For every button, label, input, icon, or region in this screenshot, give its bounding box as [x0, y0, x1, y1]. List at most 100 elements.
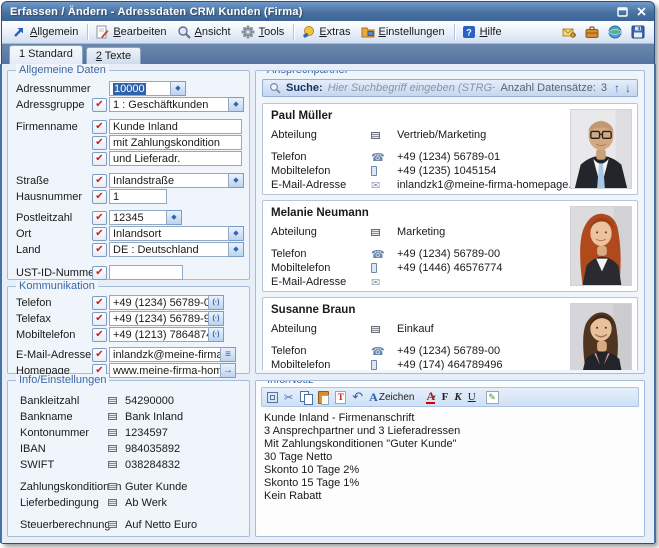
restore-icon	[617, 7, 628, 17]
telefax-dial-button[interactable]: (·)	[209, 311, 224, 326]
edit-check-button[interactable]: ✔	[92, 211, 107, 225]
font-button[interactable]: A Zeichen	[369, 390, 414, 404]
edit-check-button[interactable]: ✔	[92, 136, 107, 150]
contact-photo	[570, 109, 632, 189]
ort-dropdown-button[interactable]: ◆	[229, 226, 244, 241]
globe-icon[interactable]	[608, 25, 622, 39]
expand-editor-button[interactable]	[267, 392, 278, 403]
value-prefix-icon	[108, 397, 117, 404]
mobiltelefon-dial-button[interactable]: (·)	[209, 327, 224, 342]
field-row: Telefax ✔ +49 (1234) 56789-99 (·)	[16, 311, 245, 326]
font-color-button[interactable]: A▾	[426, 390, 435, 404]
contact-field-label: Mobiltelefon	[271, 262, 371, 274]
contact-abteilung: Vertrieb/Marketing	[397, 129, 486, 141]
homepage-input[interactable]: www.meine-firma-homepage.de	[109, 363, 221, 378]
contact-telefon: +49 (1234) 56789-00	[397, 345, 500, 357]
edit-check-button[interactable]: ✔	[92, 243, 107, 257]
copy-button[interactable]	[299, 391, 312, 404]
mobiltelefon-input[interactable]: +49 (1213) 7864874	[109, 327, 209, 342]
dial-icon: (·)	[213, 331, 220, 338]
note-toolbar: ✂ T ↶ A Zeichen A▾ F K U ✎	[261, 387, 639, 407]
mail-key-icon[interactable]	[562, 25, 576, 39]
postleitzahl-input[interactable]: 12345	[109, 210, 167, 225]
search-input[interactable]: Hier Suchbegriff eingeben (STRG+S)	[328, 82, 496, 94]
edit-check-button[interactable]: ✔	[92, 190, 107, 204]
tab-texte[interactable]: 2 Texte	[86, 47, 141, 64]
edit-check-button[interactable]: ✔	[92, 152, 107, 166]
firmenname-input-2[interactable]: mit Zahlungskondition	[109, 135, 242, 150]
postleitzahl-dropdown-button[interactable]: ◆	[167, 210, 182, 225]
strasse-dropdown-button[interactable]: ◆	[229, 173, 244, 188]
content-area: Allgemeine Daten Adressnummer 10000 ◆ Ad…	[0, 64, 656, 543]
telefon-input[interactable]: +49 (1234) 56789-00	[109, 295, 209, 310]
format-text-button[interactable]: T	[335, 391, 346, 404]
edit-check-button[interactable]: ✔	[92, 120, 107, 134]
undo-button[interactable]: ↶	[352, 390, 363, 404]
email-input[interactable]: inlandzk@meine-firma-homepage.de	[109, 347, 221, 362]
contact-card[interactable]: Susanne Braun Abteilung Einkauf Telefon …	[262, 297, 638, 370]
briefcase-icon[interactable]	[585, 25, 599, 39]
close-button[interactable]	[634, 5, 649, 19]
field-row: Postleitzahl ✔ 12345 ◆	[16, 210, 245, 225]
edit-check-button[interactable]: ✔	[92, 98, 107, 112]
menu-item-ansicht[interactable]: Ansicht	[173, 23, 237, 41]
edit-note-button[interactable]: ✎	[486, 391, 499, 404]
adressgruppe-dropdown-button[interactable]: ◆	[229, 97, 244, 112]
contact-card[interactable]: Paul Müller Abteilung Vertrieb/Marketing…	[262, 103, 638, 195]
ust-id-input[interactable]	[109, 265, 183, 280]
land-input[interactable]: DE : Deutschland	[109, 242, 229, 257]
field-row: ✔ und Lieferadr.	[16, 151, 245, 166]
edit-check-button[interactable]: ✔	[92, 348, 107, 362]
underline-button[interactable]: U	[468, 390, 476, 404]
email-send-button[interactable]: ≡	[221, 347, 236, 362]
telefon-dial-button[interactable]: (·)	[209, 295, 224, 310]
adressnummer-spin-button[interactable]: ◆	[171, 81, 186, 96]
hausnummer-input[interactable]: 1	[109, 189, 167, 204]
contact-mobiltelefon: +49 (1235) 1045154	[397, 165, 496, 177]
adressgruppe-input[interactable]: 1 : Geschäftkunden	[109, 97, 229, 112]
title-bar[interactable]: Erfassen / Ändern - Adressdaten CRM Kund…	[2, 2, 654, 21]
tab-standard[interactable]: 1 Standard	[9, 45, 83, 64]
next-record-button[interactable]: ↓	[625, 82, 631, 94]
edit-check-button[interactable]: ✔	[92, 296, 107, 310]
edit-check-button[interactable]: ✔	[92, 312, 107, 326]
adressnummer-input[interactable]: 10000	[109, 81, 171, 96]
land-dropdown-button[interactable]: ◆	[229, 242, 244, 257]
font-icon: A	[369, 390, 378, 405]
cut-button[interactable]: ✂	[284, 390, 293, 404]
prev-record-button[interactable]: ↑	[614, 82, 620, 94]
phone-icon: ☎	[371, 248, 385, 261]
homepage-open-button[interactable]: →	[221, 363, 236, 378]
save-icon[interactable]	[631, 25, 645, 39]
restore-button[interactable]	[615, 5, 630, 19]
menu-item-extras[interactable]: Extras	[297, 23, 356, 41]
check-icon: ✔	[95, 192, 103, 202]
edit-check-button[interactable]: ✔	[92, 328, 107, 342]
field-label: Mobiltelefon	[16, 329, 92, 341]
strasse-input[interactable]: Inlandstraße	[109, 173, 229, 188]
menu-item-tools[interactable]: Tools	[237, 23, 291, 41]
edit-pencil-icon: ✎	[488, 392, 496, 403]
general-section: Allgemeine Daten Adressnummer 10000 ◆ Ad…	[7, 70, 250, 280]
firmenname-input-1[interactable]: Kunde Inland	[109, 119, 242, 134]
contact-search-bar[interactable]: Suche: Hier Suchbegriff eingeben (STRG+S…	[262, 79, 638, 97]
ort-input[interactable]: Inlandsort	[109, 226, 229, 241]
bold-button[interactable]: F	[442, 390, 449, 404]
telefax-input[interactable]: +49 (1234) 56789-99	[109, 311, 209, 326]
menu-item-hilfe[interactable]: ? Hilfe	[458, 23, 508, 41]
edit-check-button[interactable]: ✔	[92, 227, 107, 241]
paste-button[interactable]	[318, 391, 329, 404]
edit-check-button[interactable]: ✔	[92, 266, 107, 280]
menu-item-bearbeiten[interactable]: Bearbeiten	[91, 23, 172, 41]
firmenname-input-3[interactable]: und Lieferadr.	[109, 151, 242, 166]
menu-label: Hilfe	[480, 26, 502, 38]
diamond-dropdown-icon: ◆	[175, 85, 180, 92]
note-textarea[interactable]: Kunde Inland - Firmenanschrift 3 Ansprec…	[261, 410, 639, 533]
check-icon: ✔	[95, 298, 103, 308]
contact-card[interactable]: Melanie Neumann Abteilung Marketing Tele…	[262, 200, 638, 292]
menu-item-allgemein[interactable]: Allgemein	[8, 23, 84, 41]
italic-button[interactable]: K	[454, 390, 461, 404]
menu-item-einstellungen[interactable]: Einstellungen	[357, 23, 451, 41]
field-row: E-Mail-Adresse ✔ inlandzk@meine-firma-ho…	[16, 347, 245, 362]
edit-check-button[interactable]: ✔	[92, 174, 107, 188]
